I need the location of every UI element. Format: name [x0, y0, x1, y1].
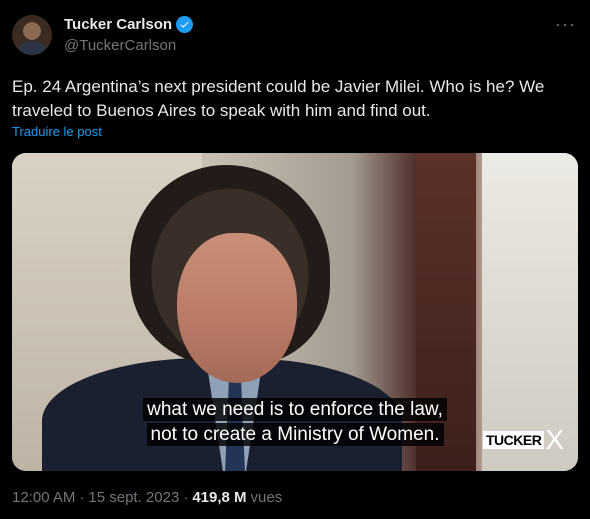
video-thumbnail[interactable]: what we need is to enforce the law, not … [12, 153, 578, 471]
brand-x: X [545, 424, 564, 455]
views-label: vues [250, 489, 283, 506]
tweet-time[interactable]: 12:00 AM [12, 489, 75, 506]
meta-separator: · [183, 489, 189, 506]
author-row: Tucker Carlson [64, 16, 194, 33]
avatar[interactable] [12, 15, 52, 55]
meta-separator: · [79, 489, 85, 506]
subtitle-line-2: not to create a Ministry of Women. [146, 423, 444, 446]
more-icon[interactable]: ··· [555, 14, 576, 35]
views-count[interactable]: 419,8 M [192, 489, 246, 506]
tweet-date[interactable]: 15 sept. 2023 [88, 489, 179, 506]
author-handle[interactable]: @TuckerCarlson [64, 37, 176, 54]
person-face [177, 233, 297, 383]
author-name[interactable]: Tucker Carlson [64, 16, 172, 33]
subtitle-line-1: what we need is to enforce the law, [143, 398, 447, 421]
tweet-text: Ep. 24 Argentina’s next president could … [12, 77, 545, 120]
verified-badge-icon [176, 16, 194, 33]
translate-link[interactable]: Traduire le post [12, 124, 102, 139]
check-icon [180, 21, 189, 28]
tweet-meta: 12:00 AM · 15 sept. 2023 · 419,8 M vues [12, 489, 282, 506]
tucker-x-logo: TUCKER X [482, 424, 564, 455]
brand-text: TUCKER [482, 431, 545, 449]
